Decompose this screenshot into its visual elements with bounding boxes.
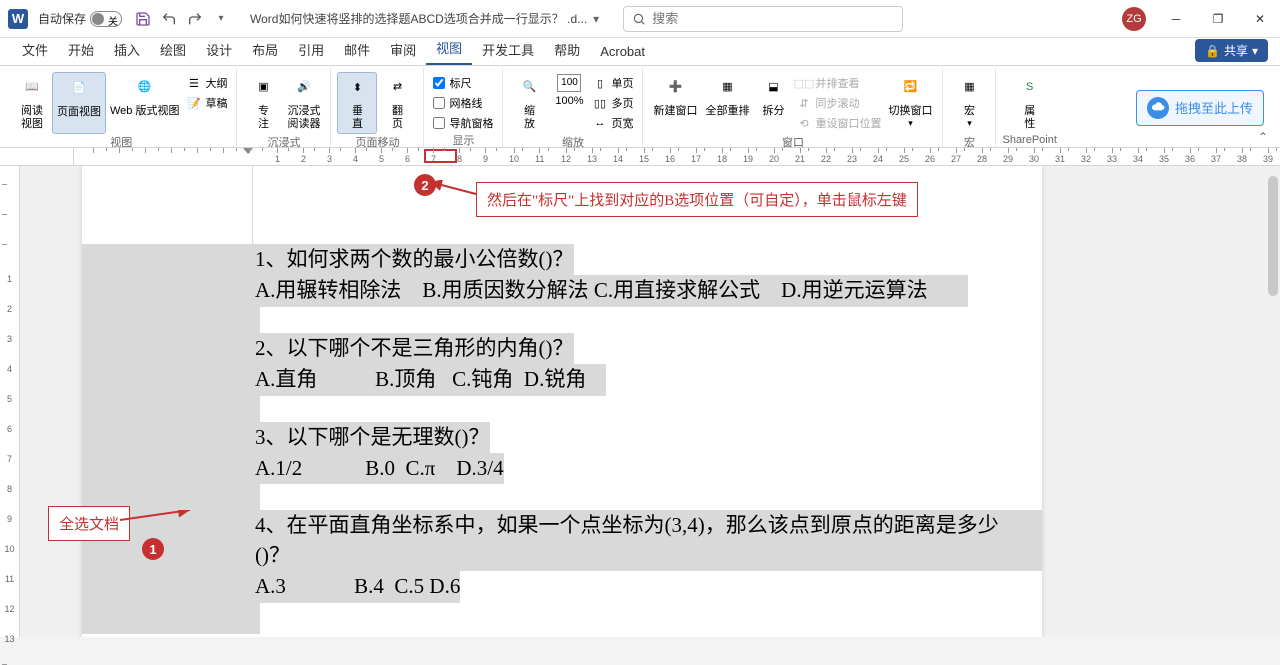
vertical-scrollbar[interactable] [1266, 166, 1280, 637]
ribbon-tabs: 文件 开始 插入 绘图 设计 布局 引用 邮件 审阅 视图 开发工具 帮助 Ac… [0, 38, 1280, 66]
qat-dropdown[interactable]: ▾ [210, 8, 232, 30]
tab-file[interactable]: 文件 [12, 34, 58, 65]
group-immersive: ▣专 注 🔊沉浸式 阅读器 沉浸式 [237, 68, 331, 147]
outline-button[interactable]: ☰大纲 [183, 74, 230, 92]
ribbon: 📖阅读 视图 📄页面视图 🌐Web 版式视图 ☰大纲 📝草稿 视图 ▣专 注 🔊… [0, 66, 1280, 148]
tab-references[interactable]: 引用 [288, 34, 334, 65]
print-layout-button[interactable]: 📄页面视图 [52, 72, 106, 134]
properties-button[interactable]: S属 性 [1010, 72, 1050, 134]
tab-mailings[interactable]: 邮件 [334, 34, 380, 65]
q1-options[interactable]: A.用辗转相除法 B.用质因数分解法 C.用直接求解公式 D.用逆元运算法 [82, 275, 968, 306]
immersive-reader-button[interactable]: 🔊沉浸式 阅读器 [283, 72, 324, 134]
arrange-all-button[interactable]: ▦全部重排 [701, 72, 753, 134]
autosave-toggle[interactable]: 关 [90, 11, 122, 27]
page: 1、如何求两个数的最小公倍数()？ A.用辗转相除法 B.用质因数分解法 C.用… [82, 166, 1042, 637]
read-mode-button[interactable]: 📖阅读 视图 [12, 72, 52, 134]
minimize-button[interactable]: ─ [1164, 7, 1188, 31]
zoom-button[interactable]: 🔍缩 放 [509, 72, 549, 134]
horizontal-ruler[interactable]: 1234567891011121314151617181920212223242… [74, 148, 1280, 165]
annotation-badge-2: 2 [414, 174, 436, 196]
group-sharepoint: S属 性 SharePoint [996, 68, 1062, 147]
one-page-button[interactable]: ▯单页 [589, 74, 636, 92]
group-zoom: 🔍缩 放 100100% ▯单页 ▯▯多页 ↔页宽 缩放 [503, 68, 643, 147]
q2-options[interactable]: A.直角 B.顶角 C.钝角 D.锐角 [82, 364, 606, 395]
macros-button[interactable]: ▦宏▾ [949, 72, 989, 134]
collapse-ribbon-button[interactable]: ⌃ [1258, 130, 1268, 144]
search-icon [632, 12, 646, 26]
new-window-button[interactable]: ➕新建窗口 [649, 72, 701, 134]
group-show: 标尺 网格线 导航窗格 显示 [424, 68, 503, 147]
tab-insert[interactable]: 插入 [104, 34, 150, 65]
group-window: ➕新建窗口 ▦全部重排 ⬓拆分 ⬚⬚并排查看 ⇵同步滚动 ⟲重设窗口位置 🔁切换… [643, 68, 943, 147]
focus-button[interactable]: ▣专 注 [243, 72, 283, 134]
gridlines-checkbox[interactable]: 网格线 [430, 94, 496, 112]
side-to-side-button[interactable]: ⇄翻 页 [377, 72, 417, 134]
tab-view[interactable]: 视图 [426, 32, 472, 65]
vertical-ruler[interactable]: 12345678910111213 [0, 166, 20, 637]
group-sp-label: SharePoint [1002, 134, 1056, 148]
nav-pane-checkbox[interactable]: 导航窗格 [430, 114, 496, 132]
group-views: 📖阅读 视图 📄页面视图 🌐Web 版式视图 ☰大纲 📝草稿 视图 [6, 68, 237, 147]
tab-acrobat[interactable]: Acrobat [590, 38, 655, 65]
tab-design[interactable]: 设计 [196, 34, 242, 65]
cloud-upload-icon [1147, 97, 1169, 119]
split-button[interactable]: ⬓拆分 [753, 72, 793, 134]
tab-home[interactable]: 开始 [58, 34, 104, 65]
web-layout-button[interactable]: 🌐Web 版式视图 [106, 72, 183, 134]
upload-button[interactable]: 拖拽至此上传 [1136, 90, 1264, 126]
q4-text[interactable]: 4、在平面直角坐标系中，如果一个点坐标为(3,4)，那么该点到原点的距离是多少(… [82, 510, 1042, 571]
vertical-button[interactable]: ⬍垂 直 [337, 72, 377, 134]
q3-options[interactable]: A.1/2 B.0 C.π D.3/4 [82, 453, 504, 484]
user-avatar[interactable]: ZG [1122, 7, 1146, 31]
group-macro: ▦宏▾ 宏 [943, 68, 996, 147]
word-icon: W [8, 9, 28, 29]
undo-button[interactable] [158, 8, 180, 30]
annotation-box-1: 全选文档 [48, 506, 130, 541]
autosave-label: 自动保存 [38, 10, 86, 27]
switch-windows-button[interactable]: 🔁切换窗口▾ [884, 72, 936, 134]
draft-button[interactable]: 📝草稿 [183, 94, 230, 112]
horizontal-ruler-row: 1234567891011121314151617181920212223242… [0, 148, 1280, 166]
document-title: Word如何快速将竖排的选择题ABCD选项合并成一行显示？ .d... [250, 10, 587, 27]
scrollbar-thumb[interactable] [1268, 176, 1278, 296]
hundred-percent-button[interactable]: 100100% [549, 72, 589, 134]
save-button[interactable] [132, 8, 154, 30]
tab-developer[interactable]: 开发工具 [472, 34, 544, 65]
document-area: 12345678910111213 1、如何求两个数的最小公倍数()？ A.用辗… [0, 166, 1280, 637]
ruler-annotation-highlight [424, 149, 457, 163]
ruler-corner [0, 148, 74, 165]
q2-text[interactable]: 2、以下哪个不是三角形的内角()？ [82, 333, 574, 364]
sync-scroll-button: ⇵同步滚动 [793, 94, 884, 112]
search-box[interactable] [623, 6, 903, 32]
annotation-badge-1: 1 [142, 538, 164, 560]
page-width-button[interactable]: ↔页宽 [589, 114, 636, 132]
share-button[interactable]: 🔒 共享 ▾ [1195, 39, 1268, 62]
margin-guide [252, 166, 253, 244]
maximize-button[interactable]: ❐ [1206, 7, 1230, 31]
page-wrap: 1、如何求两个数的最小公倍数()？ A.用辗转相除法 B.用质因数分解法 C.用… [20, 166, 1280, 637]
close-button[interactable]: ✕ [1248, 7, 1272, 31]
title-dropdown[interactable]: ▾ [593, 12, 599, 26]
q4-options[interactable]: A.3 B.4 C.5 D.6 [82, 571, 460, 602]
group-page-movement: ⬍垂 直 ⇄翻 页 页面移动 [331, 68, 424, 147]
tab-draw[interactable]: 绘图 [150, 34, 196, 65]
ruler-checkbox[interactable]: 标尺 [430, 74, 496, 92]
multi-page-button[interactable]: ▯▯多页 [589, 94, 636, 112]
q3-text[interactable]: 3、以下哪个是无理数()？ [82, 422, 490, 453]
q1-text[interactable]: 1、如何求两个数的最小公倍数()？ [82, 244, 574, 275]
tab-help[interactable]: 帮助 [544, 34, 590, 65]
reset-window-button: ⟲重设窗口位置 [793, 114, 884, 132]
annotation-box-2: 然后在"标尺"上找到对应的B选项位置（可自定），单击鼠标左键 [476, 182, 918, 217]
title-bar: W 自动保存 关 ▾ Word如何快速将竖排的选择题ABCD选项合并成一行显示？… [0, 0, 1280, 38]
tab-layout[interactable]: 布局 [242, 34, 288, 65]
tab-review[interactable]: 审阅 [380, 34, 426, 65]
search-input[interactable] [652, 11, 894, 26]
view-side-by-side-button: ⬚⬚并排查看 [793, 74, 884, 92]
page-content[interactable]: 1、如何求两个数的最小公倍数()？ A.用辗转相除法 B.用质因数分解法 C.用… [82, 166, 1042, 637]
redo-button[interactable] [184, 8, 206, 30]
